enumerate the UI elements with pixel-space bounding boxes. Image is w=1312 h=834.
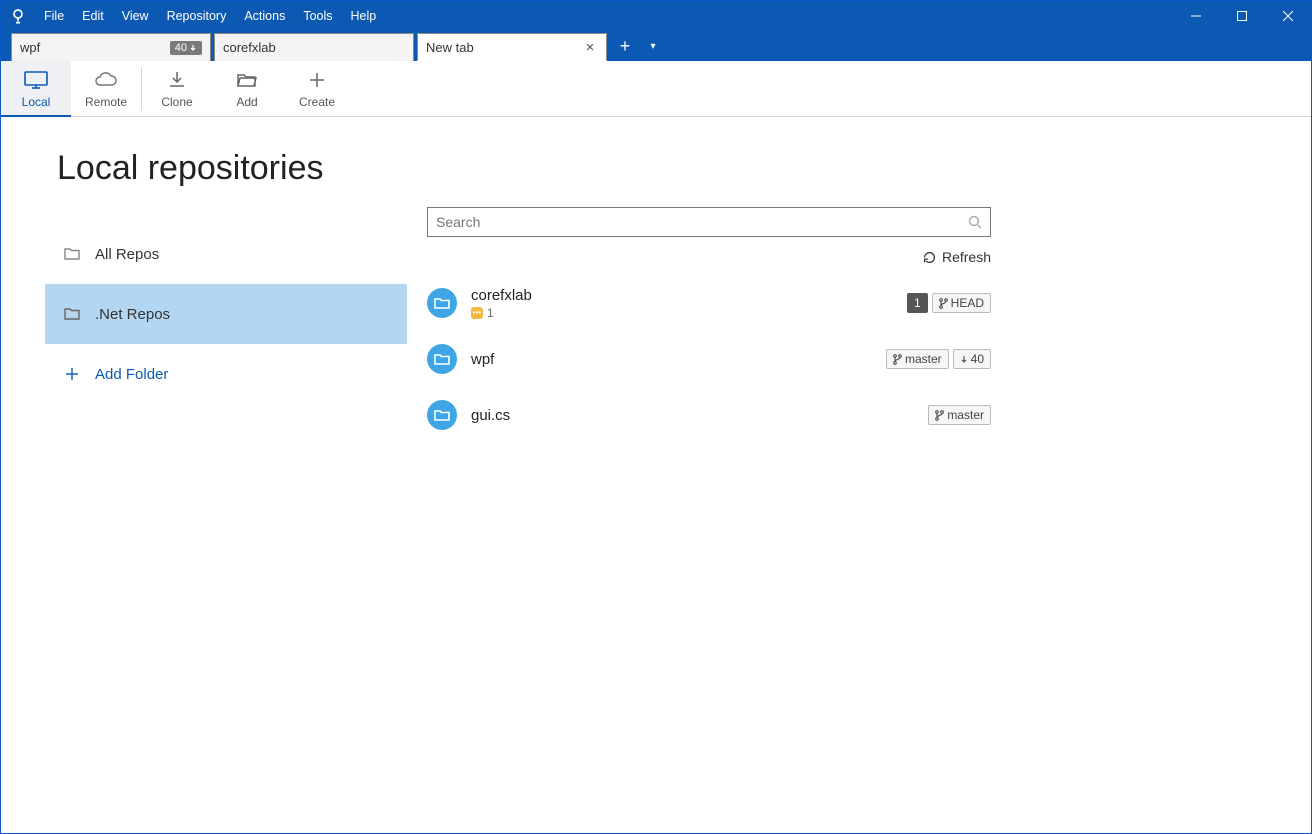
- tab-title: corefxlab: [223, 40, 405, 55]
- arrow-down-icon: [960, 355, 968, 364]
- repo-tags: master: [928, 405, 991, 425]
- repo-folder-icon: [427, 400, 457, 430]
- tab-corefxlab[interactable]: corefxlab: [214, 33, 414, 61]
- arrow-down-icon: [189, 44, 197, 52]
- repo-name: gui.cs: [471, 407, 914, 424]
- toolbar-label: Clone: [161, 95, 192, 109]
- page-title: Local repositories: [57, 149, 427, 188]
- repo-row-guics[interactable]: gui.cs master: [427, 387, 991, 443]
- menu-actions[interactable]: Actions: [235, 1, 294, 31]
- folder-open-icon: [236, 69, 258, 91]
- app-logo-icon: [1, 8, 35, 24]
- tab-title: wpf: [20, 40, 170, 55]
- tab-dropdown-button[interactable]: ▾: [643, 31, 663, 61]
- toolbar-label: Add: [236, 95, 257, 109]
- repo-info: corefxlab •••1: [471, 287, 893, 320]
- incoming-tag[interactable]: 40: [953, 349, 991, 369]
- branch-icon: [935, 410, 944, 421]
- sidebar-item-label: All Repos: [95, 246, 159, 263]
- stash-icon: •••: [471, 307, 483, 319]
- repo-info: wpf: [471, 351, 872, 368]
- repo-name: wpf: [471, 351, 872, 368]
- sidebar-item-all-repos[interactable]: All Repos: [45, 224, 407, 284]
- toolbar-remote[interactable]: Remote: [71, 61, 141, 116]
- tab-wpf[interactable]: wpf 40: [11, 33, 211, 61]
- menu-file[interactable]: File: [35, 1, 73, 31]
- refresh-button[interactable]: Refresh: [427, 249, 991, 265]
- branch-icon: [893, 354, 902, 365]
- window-controls: [1173, 1, 1311, 31]
- toolbar-label: Local: [22, 95, 51, 109]
- tab-badge: 40: [170, 41, 202, 55]
- repo-row-wpf[interactable]: wpf master 40: [427, 331, 991, 387]
- sidebar: Local repositories All Repos .Net Repos …: [57, 149, 427, 443]
- repo-name: corefxlab: [471, 287, 893, 304]
- branch-tag[interactable]: HEAD: [932, 293, 991, 313]
- repo-tags: 1 HEAD: [907, 293, 991, 313]
- branch-tag[interactable]: master: [928, 405, 991, 425]
- menu-tools[interactable]: Tools: [294, 1, 341, 31]
- sidebar-item-label: Add Folder: [95, 366, 168, 383]
- menu-repository[interactable]: Repository: [158, 1, 236, 31]
- refresh-label: Refresh: [942, 249, 991, 265]
- sidebar-item-label: .Net Repos: [95, 306, 170, 323]
- plus-icon: [63, 367, 81, 381]
- repo-panel: Refresh corefxlab •••1 1 HEAD wpf: [427, 149, 1047, 443]
- refresh-icon: [923, 251, 936, 264]
- toolbar-label: Remote: [85, 95, 127, 109]
- toolbar-add[interactable]: Add: [212, 61, 282, 116]
- tabstrip: wpf 40 corefxlab New tab × + ▾: [1, 31, 1311, 61]
- repo-info: gui.cs: [471, 407, 914, 424]
- cloud-icon: [93, 69, 119, 91]
- repo-stash: •••1: [471, 306, 893, 320]
- count-badge: 1: [907, 293, 928, 313]
- plus-icon: [308, 69, 326, 91]
- window-minimize-button[interactable]: [1173, 1, 1219, 31]
- menu-view[interactable]: View: [113, 1, 158, 31]
- repo-list: corefxlab •••1 1 HEAD wpf master 40: [427, 275, 991, 443]
- repo-tags: master 40: [886, 349, 991, 369]
- branch-tag[interactable]: master: [886, 349, 949, 369]
- toolbar-label: Create: [299, 95, 335, 109]
- toolbar: Local Remote Clone Add Create: [1, 61, 1311, 117]
- search-icon: [968, 215, 982, 229]
- tab-add-button[interactable]: +: [610, 31, 640, 61]
- search-input[interactable]: [436, 214, 968, 230]
- sidebar-item-net-repos[interactable]: .Net Repos: [45, 284, 407, 344]
- folder-icon: [63, 307, 81, 321]
- repo-row-corefxlab[interactable]: corefxlab •••1 1 HEAD: [427, 275, 991, 331]
- tab-new[interactable]: New tab ×: [417, 33, 607, 61]
- tab-title: New tab: [426, 40, 582, 55]
- sidebar-add-folder[interactable]: Add Folder: [45, 344, 407, 404]
- repo-folder-icon: [427, 344, 457, 374]
- toolbar-clone[interactable]: Clone: [142, 61, 212, 116]
- branch-icon: [939, 298, 948, 309]
- folder-icon: [63, 247, 81, 261]
- window-maximize-button[interactable]: [1219, 1, 1265, 31]
- monitor-icon: [23, 69, 49, 91]
- main-content: Local repositories All Repos .Net Repos …: [1, 117, 1311, 443]
- download-icon: [167, 69, 187, 91]
- menu-edit[interactable]: Edit: [73, 1, 113, 31]
- search-field[interactable]: [427, 207, 991, 237]
- toolbar-local[interactable]: Local: [1, 61, 71, 116]
- window-close-button[interactable]: [1265, 1, 1311, 31]
- repo-folder-icon: [427, 288, 457, 318]
- menu-help[interactable]: Help: [342, 1, 386, 31]
- tab-close-button[interactable]: ×: [582, 39, 598, 55]
- toolbar-create[interactable]: Create: [282, 61, 352, 116]
- menubar: File Edit View Repository Actions Tools …: [1, 1, 1311, 31]
